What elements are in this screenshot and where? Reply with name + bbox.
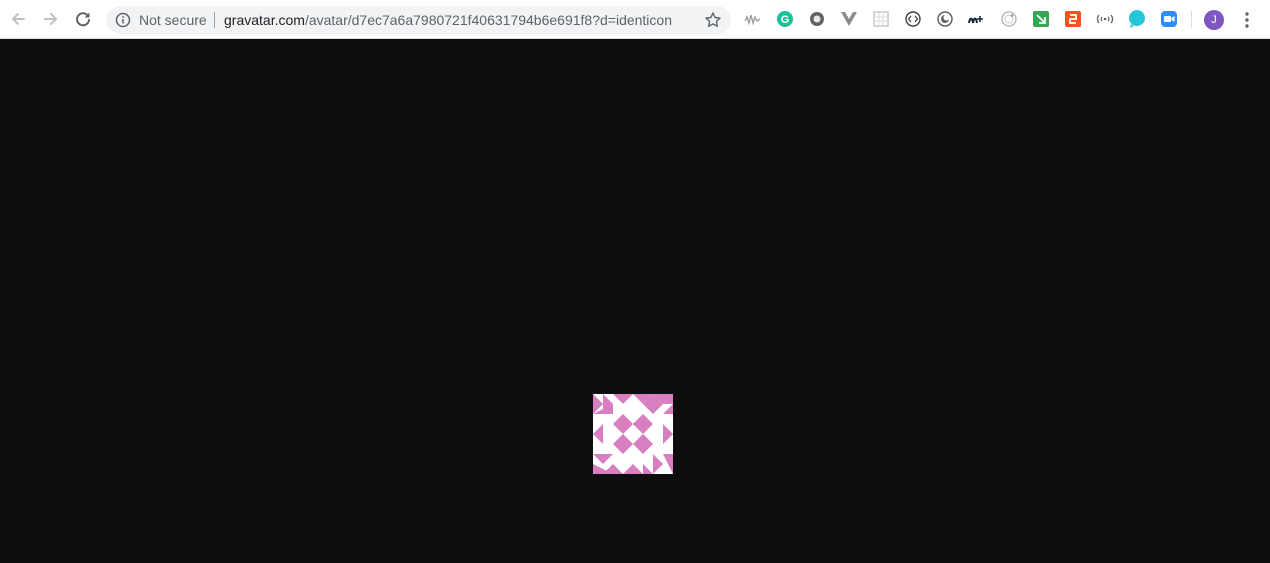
reload-icon[interactable] bbox=[72, 8, 94, 30]
ext-code-icon[interactable] bbox=[904, 10, 922, 28]
ext-dial-icon[interactable] bbox=[1000, 10, 1018, 28]
profile-initial: J bbox=[1211, 14, 1217, 26]
ext-green-arrow-icon[interactable] bbox=[1032, 10, 1050, 28]
kebab-menu-icon[interactable] bbox=[1238, 10, 1256, 30]
ext-circle-icon[interactable] bbox=[808, 10, 826, 28]
ext-wave-icon[interactable] bbox=[744, 10, 762, 28]
gravatar-identicon-image[interactable] bbox=[593, 394, 673, 474]
bookmark-star-icon[interactable] bbox=[704, 11, 722, 34]
browser-toolbar: Not secure gravatar.com/avatar/d7ec7a6a7… bbox=[0, 0, 1270, 39]
svg-text:G: G bbox=[781, 14, 790, 26]
ext-movistar-icon[interactable] bbox=[968, 10, 986, 28]
toolbar-divider bbox=[1191, 11, 1192, 28]
security-status-label[interactable]: Not secure bbox=[139, 12, 207, 28]
ext-zoom-icon[interactable] bbox=[1160, 10, 1178, 28]
url-text[interactable]: gravatar.com/avatar/d7ec7a6a7980721f4063… bbox=[224, 12, 672, 28]
page-viewport bbox=[0, 39, 1270, 563]
ext-dark-mode-icon[interactable] bbox=[936, 10, 954, 28]
profile-avatar[interactable]: J bbox=[1204, 10, 1224, 30]
back-arrow-icon[interactable] bbox=[7, 8, 29, 30]
url-path: /avatar/d7ec7a6a7980721f40631794b6e691f8… bbox=[304, 12, 672, 28]
ext-teal-bubble-icon[interactable] bbox=[1128, 10, 1146, 28]
ext-vue-devtools-icon[interactable] bbox=[840, 10, 858, 28]
info-icon[interactable] bbox=[115, 12, 131, 33]
ext-antenna-icon[interactable] bbox=[1096, 10, 1114, 28]
address-bar[interactable]: Not secure gravatar.com/avatar/d7ec7a6a7… bbox=[106, 6, 731, 34]
ext-grammarly-icon[interactable]: G bbox=[776, 10, 794, 28]
ext-grid-icon[interactable] bbox=[872, 10, 890, 28]
omnibox-divider bbox=[214, 12, 215, 28]
forward-arrow-icon[interactable] bbox=[40, 8, 62, 30]
url-host: gravatar.com bbox=[224, 12, 305, 28]
ext-orange-icon[interactable] bbox=[1064, 10, 1082, 28]
